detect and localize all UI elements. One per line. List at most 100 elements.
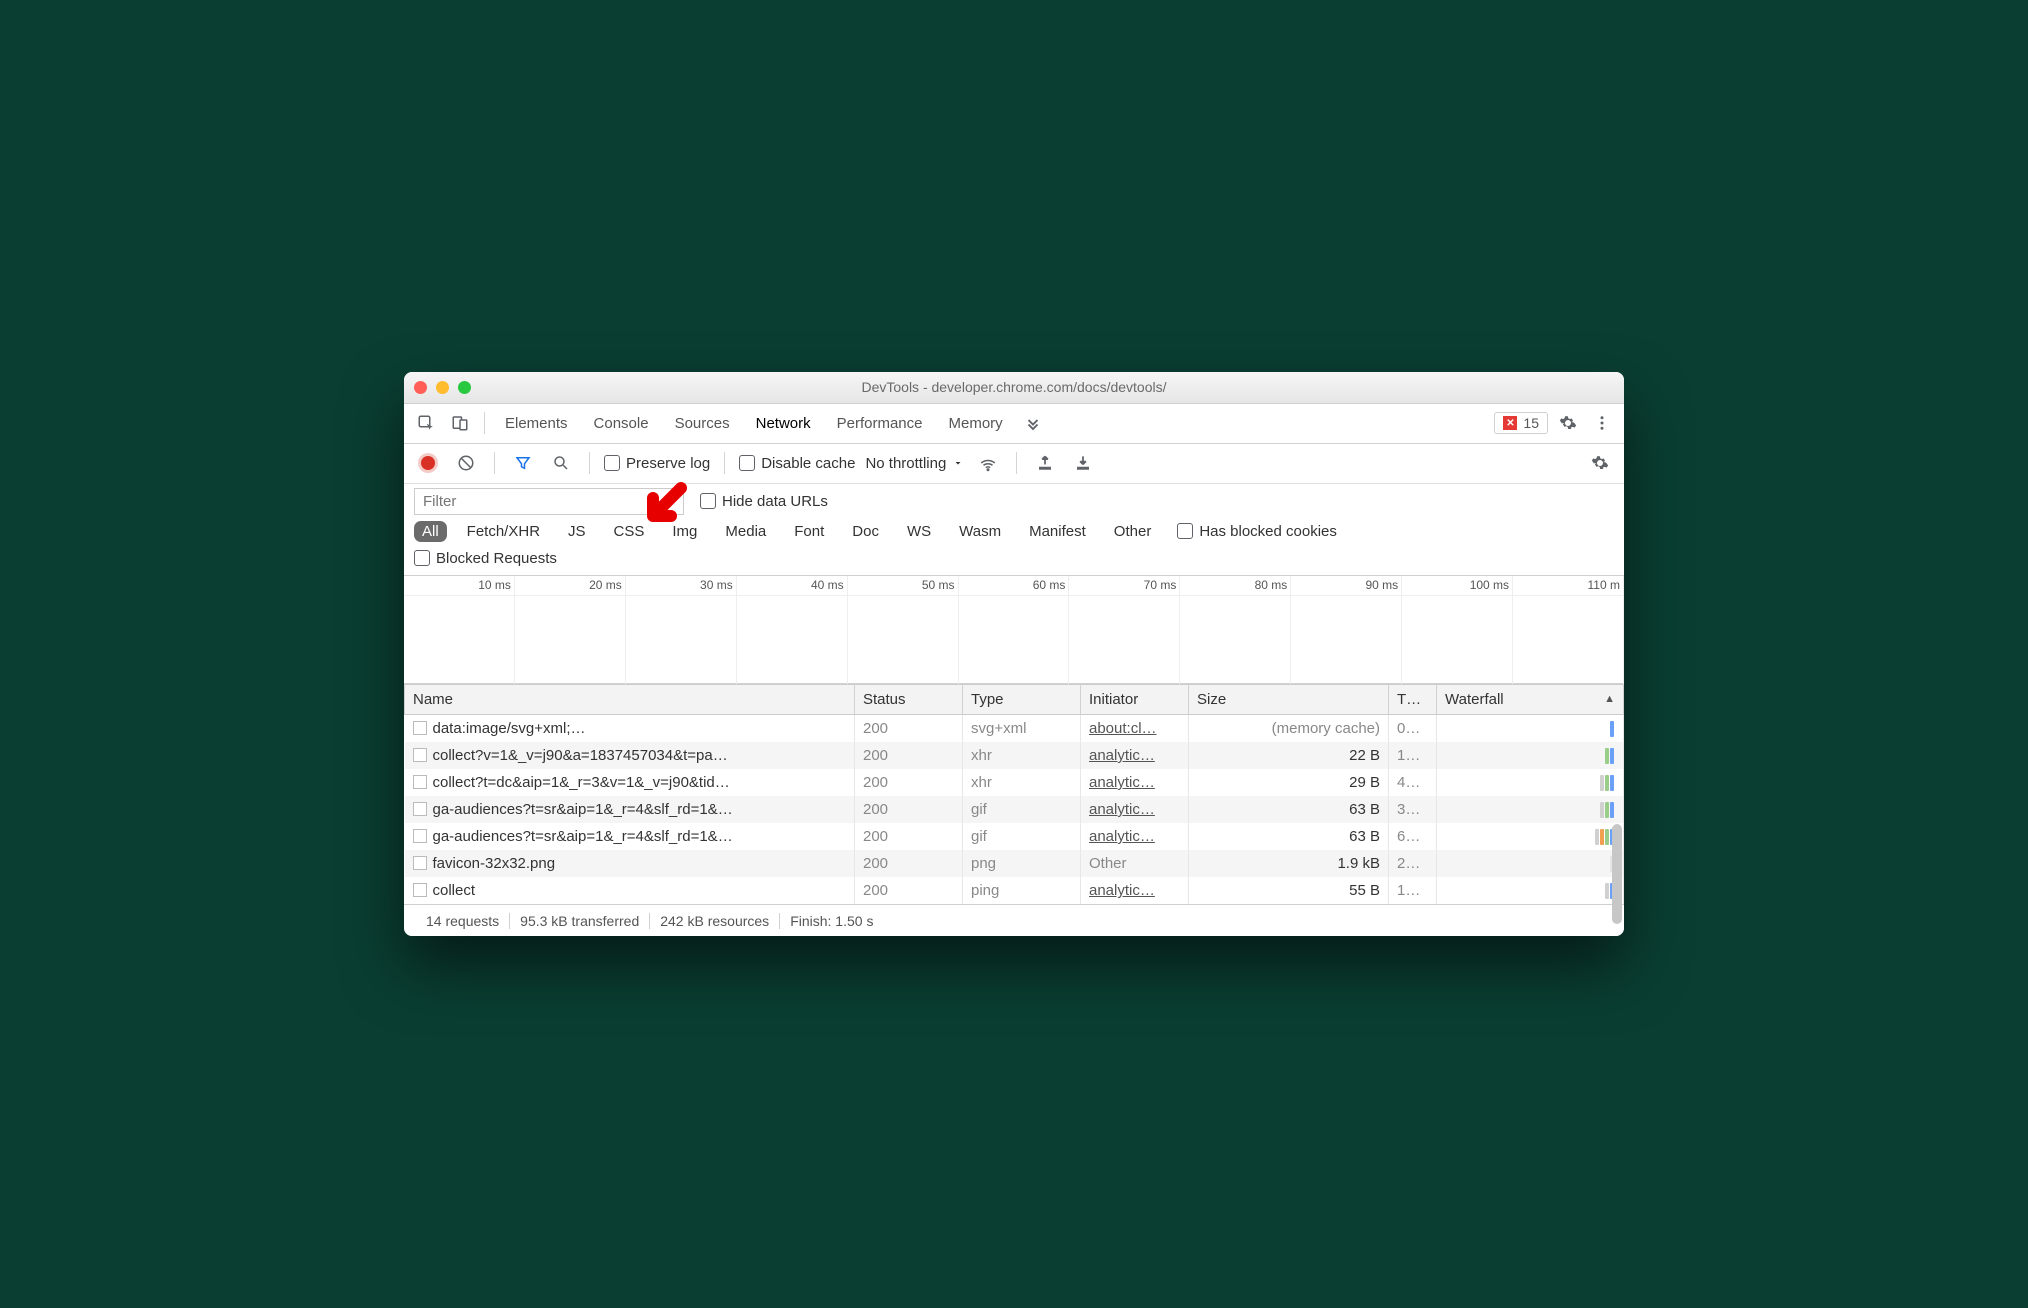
throttling-dropdown[interactable]: No throttling bbox=[865, 455, 964, 472]
column-header-waterfall[interactable]: Waterfall▲ bbox=[1437, 684, 1624, 714]
window-close-button[interactable] bbox=[414, 381, 427, 394]
tab-performance[interactable]: Performance bbox=[827, 403, 933, 443]
inspect-element-icon[interactable] bbox=[412, 409, 440, 437]
type-filter-all[interactable]: All bbox=[414, 521, 447, 542]
type-filter-doc[interactable]: Doc bbox=[844, 521, 887, 542]
cell-size: 22 B bbox=[1189, 742, 1389, 769]
scrollbar-thumb[interactable] bbox=[1612, 824, 1622, 924]
column-header-name[interactable]: Name bbox=[405, 684, 855, 714]
cell-time: 0… bbox=[1389, 714, 1437, 742]
type-filter-js[interactable]: JS bbox=[560, 521, 594, 542]
blocked-requests-label: Blocked Requests bbox=[436, 550, 557, 567]
status-finish: Finish: 1.50 s bbox=[779, 913, 883, 929]
file-icon bbox=[413, 775, 427, 789]
checkbox-icon bbox=[1177, 523, 1193, 539]
checkbox-icon bbox=[414, 550, 430, 566]
filter-toggle-icon[interactable] bbox=[509, 449, 537, 477]
tab-elements[interactable]: Elements bbox=[495, 403, 578, 443]
cell-type: png bbox=[963, 850, 1081, 877]
tab-memory[interactable]: Memory bbox=[939, 403, 1013, 443]
kebab-menu-icon[interactable] bbox=[1588, 409, 1616, 437]
cell-initiator[interactable]: analytic… bbox=[1081, 796, 1189, 823]
status-requests: 14 requests bbox=[416, 913, 509, 929]
type-filter-font[interactable]: Font bbox=[786, 521, 832, 542]
table-row[interactable]: collect200pinganalytic…55 B1… bbox=[405, 877, 1624, 904]
cell-type: svg+xml bbox=[963, 714, 1081, 742]
cell-type: gif bbox=[963, 796, 1081, 823]
preserve-log-checkbox[interactable]: Preserve log bbox=[604, 455, 710, 472]
settings-gear-icon[interactable] bbox=[1554, 409, 1582, 437]
table-row[interactable]: ga-audiences?t=sr&aip=1&_r=4&slf_rd=1&…2… bbox=[405, 796, 1624, 823]
clear-button[interactable] bbox=[452, 449, 480, 477]
cell-time: 1… bbox=[1389, 877, 1437, 904]
cell-size: (memory cache) bbox=[1189, 714, 1389, 742]
table-row[interactable]: collect?t=dc&aip=1&_r=3&v=1&_v=j90&tid…2… bbox=[405, 769, 1624, 796]
tab-console[interactable]: Console bbox=[584, 403, 659, 443]
type-filter-fetchxhr[interactable]: Fetch/XHR bbox=[459, 521, 548, 542]
type-filter-other[interactable]: Other bbox=[1106, 521, 1160, 542]
error-count-badge[interactable]: ✕ 15 bbox=[1494, 412, 1548, 434]
window-zoom-button[interactable] bbox=[458, 381, 471, 394]
type-filter-manifest[interactable]: Manifest bbox=[1021, 521, 1094, 542]
cell-status: 200 bbox=[855, 796, 963, 823]
cell-initiator[interactable]: about:cl… bbox=[1081, 714, 1189, 742]
record-icon bbox=[421, 456, 435, 470]
search-icon[interactable] bbox=[547, 449, 575, 477]
network-conditions-icon[interactable] bbox=[974, 449, 1002, 477]
timeline-overview[interactable]: 10 ms20 ms30 ms40 ms50 ms60 ms70 ms80 ms… bbox=[404, 576, 1624, 684]
timeline-tick: 20 ms bbox=[515, 576, 626, 595]
tab-network[interactable]: Network bbox=[746, 403, 821, 443]
file-icon bbox=[413, 856, 427, 870]
column-header-initiator[interactable]: Initiator bbox=[1081, 684, 1189, 714]
table-row[interactable]: collect?v=1&_v=j90&a=1837457034&t=pa…200… bbox=[405, 742, 1624, 769]
more-tabs-icon[interactable] bbox=[1019, 409, 1047, 437]
checkbox-icon bbox=[700, 493, 716, 509]
document-icon bbox=[413, 721, 427, 735]
import-har-icon[interactable] bbox=[1031, 449, 1059, 477]
timeline-tick: 40 ms bbox=[737, 576, 848, 595]
type-filter-ws[interactable]: WS bbox=[899, 521, 939, 542]
network-settings-gear-icon[interactable] bbox=[1586, 449, 1614, 477]
timeline-tick: 80 ms bbox=[1180, 576, 1291, 595]
waterfall-bar bbox=[1610, 721, 1614, 737]
type-filter-media[interactable]: Media bbox=[717, 521, 774, 542]
cell-status: 200 bbox=[855, 823, 963, 850]
type-filter-wasm[interactable]: Wasm bbox=[951, 521, 1009, 542]
timeline-tick: 110 m bbox=[1513, 576, 1624, 595]
hide-data-urls-checkbox[interactable]: Hide data URLs bbox=[700, 493, 828, 510]
cell-status: 200 bbox=[855, 769, 963, 796]
blocked-requests-checkbox[interactable]: Blocked Requests bbox=[414, 550, 557, 567]
cell-size: 29 B bbox=[1189, 769, 1389, 796]
tab-sources[interactable]: Sources bbox=[665, 403, 740, 443]
window-minimize-button[interactable] bbox=[436, 381, 449, 394]
column-header-t[interactable]: T… bbox=[1389, 684, 1437, 714]
waterfall-bar bbox=[1600, 802, 1604, 818]
cell-initiator[interactable]: analytic… bbox=[1081, 769, 1189, 796]
preserve-log-label: Preserve log bbox=[626, 455, 710, 472]
cell-initiator[interactable]: analytic… bbox=[1081, 877, 1189, 904]
record-button[interactable] bbox=[414, 449, 442, 477]
cell-initiator: Other bbox=[1081, 850, 1189, 877]
has-blocked-cookies-checkbox[interactable]: Has blocked cookies bbox=[1177, 523, 1337, 540]
cell-initiator[interactable]: analytic… bbox=[1081, 823, 1189, 850]
hide-data-urls-label: Hide data URLs bbox=[722, 493, 828, 510]
table-row[interactable]: data:image/svg+xml;…200svg+xmlabout:cl…(… bbox=[405, 714, 1624, 742]
table-row[interactable]: ga-audiences?t=sr&aip=1&_r=4&slf_rd=1&…2… bbox=[405, 823, 1624, 850]
cell-type: xhr bbox=[963, 742, 1081, 769]
error-count: 15 bbox=[1523, 415, 1539, 431]
cell-size: 55 B bbox=[1189, 877, 1389, 904]
network-toolbar: Preserve log Disable cache No throttling bbox=[404, 444, 1624, 484]
cell-initiator[interactable]: analytic… bbox=[1081, 742, 1189, 769]
cell-time: 6… bbox=[1389, 823, 1437, 850]
timeline-tick: 60 ms bbox=[959, 576, 1070, 595]
column-header-status[interactable]: Status bbox=[855, 684, 963, 714]
sort-indicator-icon: ▲ bbox=[1604, 693, 1615, 705]
file-icon bbox=[413, 829, 427, 843]
timeline-tick: 50 ms bbox=[848, 576, 959, 595]
table-row[interactable]: favicon-32x32.png200pngOther1.9 kB2… bbox=[405, 850, 1624, 877]
export-har-icon[interactable] bbox=[1069, 449, 1097, 477]
toggle-device-toolbar-icon[interactable] bbox=[446, 409, 474, 437]
column-header-type[interactable]: Type bbox=[963, 684, 1081, 714]
column-header-size[interactable]: Size bbox=[1189, 684, 1389, 714]
disable-cache-checkbox[interactable]: Disable cache bbox=[739, 455, 855, 472]
